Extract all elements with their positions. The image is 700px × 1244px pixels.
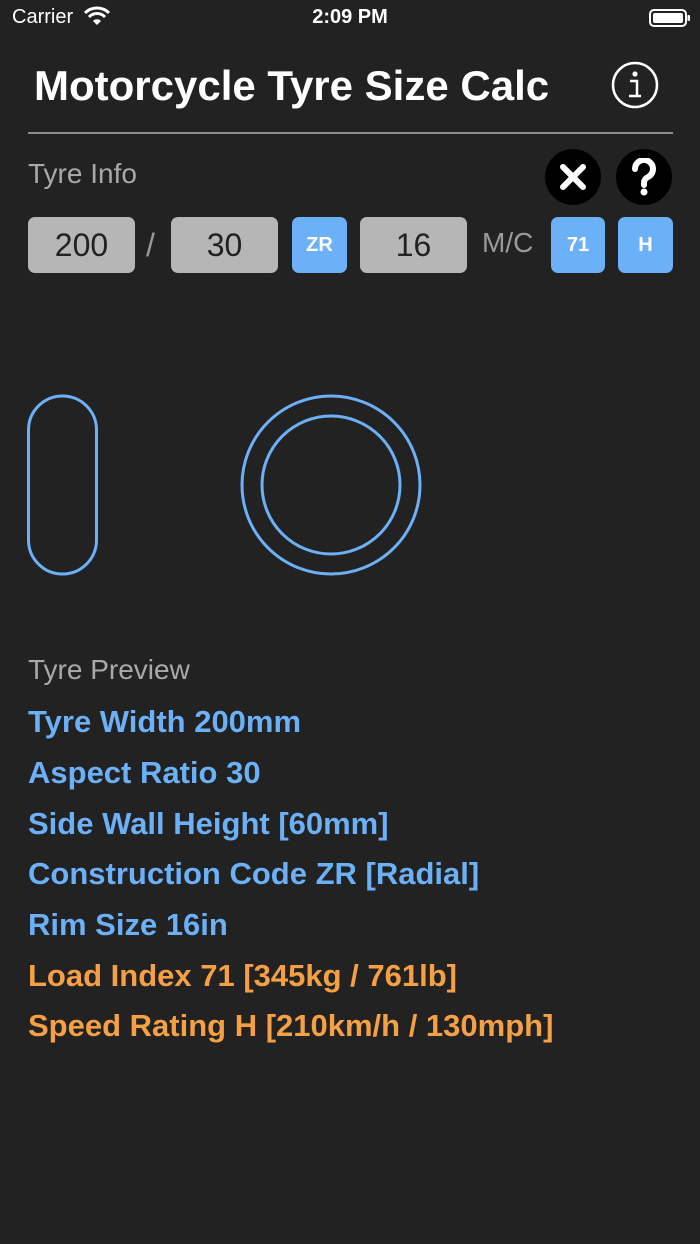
battery-icon xyxy=(649,9,691,32)
tyre-width-detail: Tyre Width 200mm xyxy=(28,704,302,739)
mc-label: M/C xyxy=(482,227,534,258)
load-index-detail: Load Index 71 [345kg / 761lb] xyxy=(28,958,457,993)
close-icon xyxy=(560,164,586,190)
construction-button[interactable]: ZR xyxy=(292,217,347,273)
clear-button[interactable] xyxy=(545,149,601,205)
tyre-outer-circle xyxy=(240,394,422,576)
status-bar: Carrier 2:09 PM xyxy=(0,0,700,36)
help-button[interactable] xyxy=(616,149,672,205)
construction-code-detail: Construction Code ZR [Radial] xyxy=(28,856,480,891)
speed-rating-detail: Speed Rating H [210km/h / 130mph] xyxy=(28,1008,554,1043)
slash-separator: / xyxy=(146,227,155,263)
info-icon xyxy=(611,61,659,109)
tyre-preview-label: Tyre Preview xyxy=(28,654,190,685)
rim-size-field[interactable]: 16 xyxy=(360,217,467,273)
load-index-button[interactable]: 71 xyxy=(551,217,605,273)
speed-rating-button[interactable]: H xyxy=(618,217,673,273)
clock: 2:09 PM xyxy=(312,6,388,28)
question-icon xyxy=(631,158,656,196)
page-title: Motorcycle Tyre Size Calc xyxy=(34,62,550,109)
width-field[interactable]: 200 xyxy=(28,217,135,273)
tyre-info-label: Tyre Info xyxy=(28,158,137,189)
info-button[interactable] xyxy=(611,61,659,109)
header-divider xyxy=(28,132,673,134)
aspect-ratio-detail: Aspect Ratio 30 xyxy=(28,755,261,790)
aspect-ratio-field[interactable]: 30 xyxy=(171,217,278,273)
tyre-side-profile xyxy=(27,394,98,576)
side-wall-height-detail: Side Wall Height [60mm] xyxy=(28,806,389,841)
tyre-preview-drawing xyxy=(27,394,422,576)
rim-size-detail: Rim Size 16in xyxy=(28,907,228,942)
rim-circle xyxy=(260,414,402,556)
